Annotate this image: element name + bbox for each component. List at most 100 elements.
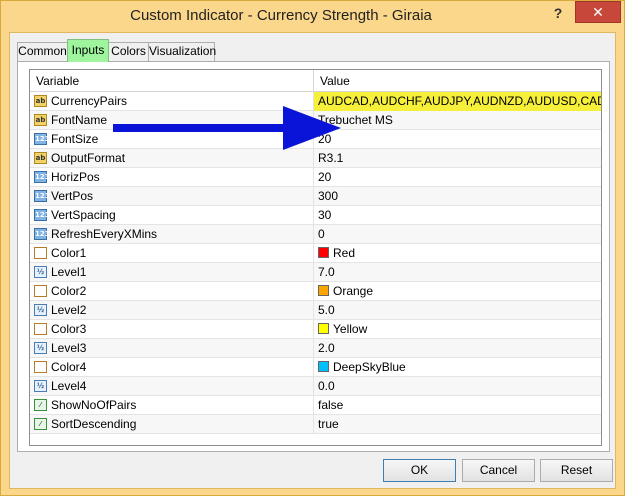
variable-value[interactable]: AUDCAD,AUDCHF,AUDJPY,AUDNZD,AUDUSD,CADCH… bbox=[314, 92, 601, 111]
value-text: 300 bbox=[318, 189, 339, 203]
help-button[interactable]: ? bbox=[549, 3, 567, 23]
window-title: Custom Indicator - Currency Strength - G… bbox=[130, 7, 432, 24]
cell-divider bbox=[313, 225, 314, 244]
variable-value[interactable]: 30 bbox=[318, 206, 598, 225]
variable-value[interactable]: R3.1 bbox=[318, 149, 598, 168]
tab-inputs[interactable]: Inputs bbox=[67, 39, 109, 62]
variable-name: HorizPos bbox=[51, 170, 100, 184]
boolean-type-icon: ⁄ bbox=[34, 418, 47, 430]
color-type-icon bbox=[34, 323, 47, 335]
reset-button[interactable]: Reset bbox=[540, 459, 613, 482]
variable-name: Color3 bbox=[51, 322, 87, 336]
cell-divider bbox=[313, 377, 314, 396]
tab-colors[interactable]: Colors bbox=[108, 42, 149, 61]
variable-value[interactable]: DeepSkyBlue bbox=[318, 358, 598, 377]
value-text: 5.0 bbox=[318, 303, 335, 317]
table-row[interactable]: Color3 Yellow bbox=[30, 320, 601, 339]
title-bar[interactable]: Custom Indicator - Currency Strength - G… bbox=[1, 1, 624, 32]
value-text: DeepSkyBlue bbox=[333, 360, 406, 374]
variable-value[interactable]: 0 bbox=[318, 225, 598, 244]
variable-name: CurrencyPairs bbox=[51, 94, 128, 108]
integer-type-icon: 123 bbox=[34, 133, 50, 145]
cell-divider bbox=[313, 149, 314, 168]
variable-name: Level1 bbox=[51, 265, 87, 279]
variable-value[interactable]: 20 bbox=[318, 130, 598, 149]
table-row[interactable]: ½ Level3 2.0 bbox=[30, 339, 601, 358]
table-row[interactable]: ½ Level2 5.0 bbox=[30, 301, 601, 320]
table-row[interactable]: 123 HorizPos 20 bbox=[30, 168, 601, 187]
variable-name: VertSpacing bbox=[51, 208, 116, 222]
table-row[interactable]: ⁄ SortDescending true bbox=[30, 415, 601, 434]
variable-value[interactable]: 7.0 bbox=[318, 263, 598, 282]
table-row[interactable]: Color4 DeepSkyBlue bbox=[30, 358, 601, 377]
cell-divider bbox=[313, 320, 314, 339]
value-text: R3.1 bbox=[318, 151, 344, 165]
variable-value[interactable]: 5.0 bbox=[318, 301, 598, 320]
string-type-icon: ab bbox=[34, 114, 47, 126]
value-text: AUDCAD,AUDCHF,AUDJPY,AUDNZD,AUDUSD,CADCH… bbox=[318, 94, 601, 108]
integer-type-icon: 123 bbox=[34, 190, 50, 202]
double-type-icon: ½ bbox=[34, 380, 47, 392]
tab-common[interactable]: Common bbox=[17, 42, 68, 61]
table-row[interactable]: 123 FontSize 20 bbox=[30, 130, 601, 149]
integer-type-icon: 123 bbox=[34, 209, 50, 221]
table-row[interactable]: 123 VertPos 300 bbox=[30, 187, 601, 206]
variable-name: SortDescending bbox=[51, 417, 137, 431]
variable-name: Level4 bbox=[51, 379, 87, 393]
cell-divider bbox=[313, 358, 314, 377]
inputs-panel: Variable Value ab CurrencyPairs AUDCAD,AUD… bbox=[17, 61, 610, 452]
variable-value[interactable]: 20 bbox=[318, 168, 598, 187]
double-type-icon: ½ bbox=[34, 342, 47, 354]
cell-divider bbox=[313, 263, 314, 282]
cell-divider bbox=[313, 282, 314, 301]
table-row[interactable]: ab CurrencyPairs AUDCAD,AUDCHF,AUDJPY,AUDN… bbox=[30, 92, 601, 111]
color-swatch bbox=[318, 247, 329, 258]
integer-type-icon: 123 bbox=[34, 171, 50, 183]
variable-value[interactable]: false bbox=[318, 396, 598, 415]
variable-value[interactable]: Trebuchet MS bbox=[318, 111, 598, 130]
table-row[interactable]: ab OutputFormat R3.1 bbox=[30, 149, 601, 168]
variable-value[interactable]: Red bbox=[318, 244, 598, 263]
table-row[interactable]: 123 VertSpacing 30 bbox=[30, 206, 601, 225]
value-column-header[interactable]: Value bbox=[314, 70, 350, 92]
table-row[interactable]: 123 RefreshEveryXMins 0 bbox=[30, 225, 601, 244]
variable-name: Level2 bbox=[51, 303, 87, 317]
variable-value[interactable]: 2.0 bbox=[318, 339, 598, 358]
dialog-window: Custom Indicator - Currency Strength - G… bbox=[0, 0, 625, 496]
table-row[interactable]: ab FontName Trebuchet MS bbox=[30, 111, 601, 130]
boolean-type-icon: ⁄ bbox=[34, 399, 47, 411]
close-button[interactable]: ✕ bbox=[575, 1, 621, 23]
color-type-icon bbox=[34, 361, 47, 373]
cell-divider bbox=[313, 206, 314, 225]
integer-type-icon: 123 bbox=[34, 228, 50, 240]
variable-name: Color2 bbox=[51, 284, 87, 298]
table-row[interactable]: ⁄ ShowNoOfPairs false bbox=[30, 396, 601, 415]
variable-name: Color4 bbox=[51, 360, 87, 374]
table-row[interactable]: ½ Level4 0.0 bbox=[30, 377, 601, 396]
table-row[interactable]: ½ Level1 7.0 bbox=[30, 263, 601, 282]
variable-column-header[interactable]: Variable bbox=[30, 70, 79, 92]
variable-value[interactable]: 0.0 bbox=[318, 377, 598, 396]
value-text: 20 bbox=[318, 170, 332, 184]
value-text: Red bbox=[333, 246, 356, 260]
variable-name: VertPos bbox=[51, 189, 94, 203]
ok-button[interactable]: OK bbox=[383, 459, 456, 482]
cancel-button[interactable]: Cancel bbox=[462, 459, 535, 482]
tab-visualization[interactable]: Visualization bbox=[148, 42, 216, 61]
value-text: Trebuchet MS bbox=[318, 113, 393, 127]
string-type-icon: ab bbox=[34, 152, 47, 164]
variable-name: Color1 bbox=[51, 246, 87, 260]
grid-header: Variable Value bbox=[30, 70, 601, 92]
variable-value[interactable]: 300 bbox=[318, 187, 598, 206]
table-row[interactable]: Color2 Orange bbox=[30, 282, 601, 301]
value-text: Orange bbox=[333, 284, 374, 298]
color-swatch bbox=[318, 285, 329, 296]
dialog-client-area: Common Inputs Colors Visualization Varia… bbox=[9, 32, 616, 489]
table-row[interactable]: Color1 Red bbox=[30, 244, 601, 263]
value-text: 7.0 bbox=[318, 265, 335, 279]
variable-value[interactable]: true bbox=[318, 415, 598, 434]
variable-name: FontSize bbox=[51, 132, 99, 146]
variable-value[interactable]: Orange bbox=[318, 282, 598, 301]
variable-value[interactable]: Yellow bbox=[318, 320, 598, 339]
value-text: 0 bbox=[318, 227, 325, 241]
